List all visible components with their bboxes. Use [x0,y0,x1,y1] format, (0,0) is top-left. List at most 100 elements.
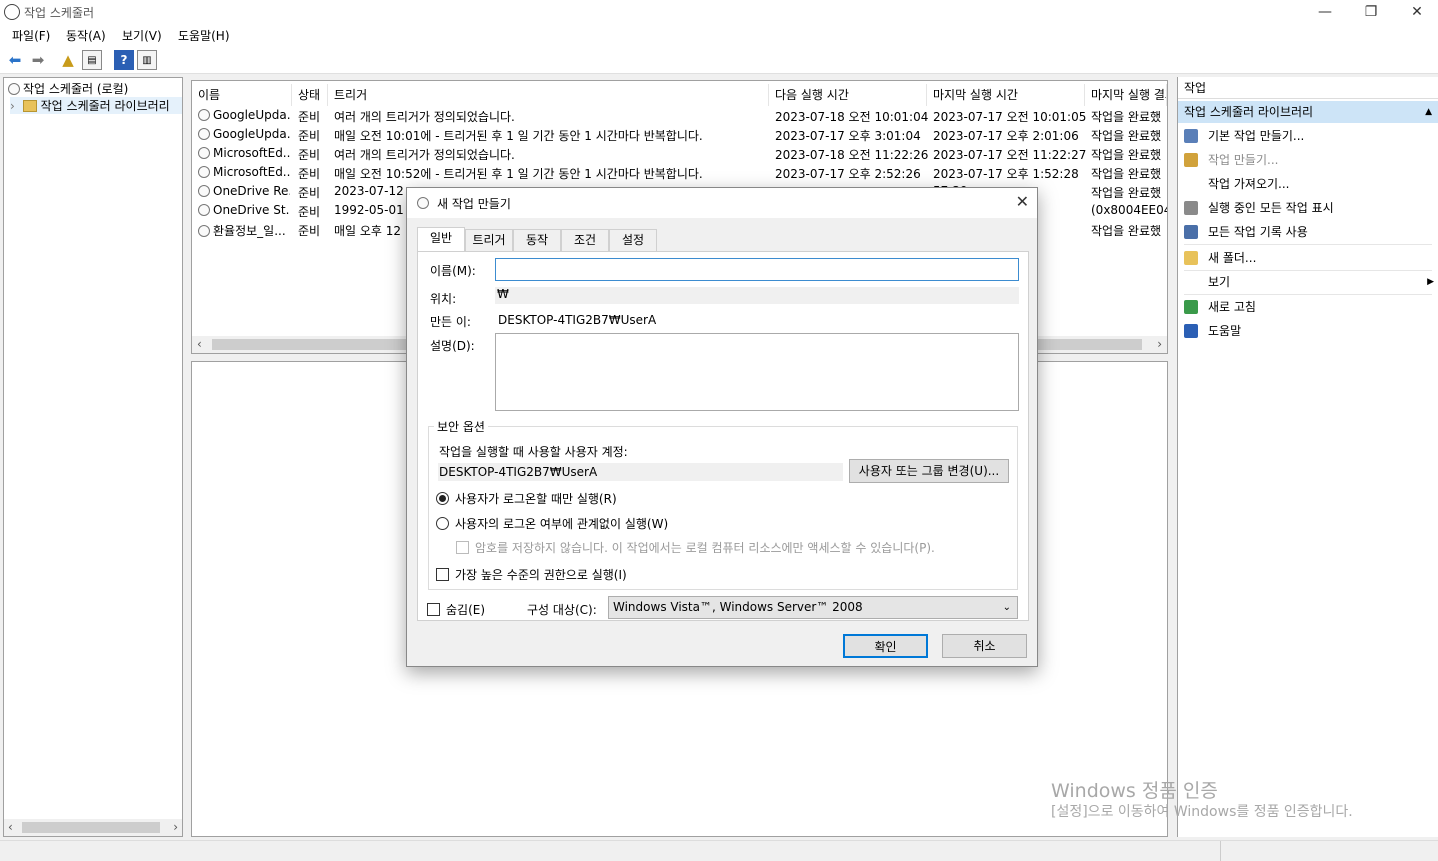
collapse-arrow-icon[interactable]: ▲ [1425,101,1432,123]
column-header-status[interactable]: 상태 [292,84,328,106]
scroll-right-icon[interactable]: › [1157,337,1162,351]
tree-item-library[interactable]: › 작업 스케줄러 라이브러리 [10,97,182,114]
status-divider [1220,841,1221,861]
tab-actions[interactable]: 동작 [513,229,561,251]
dialog-close-icon[interactable]: ✕ [1016,192,1029,211]
scroll-thumb[interactable] [22,822,160,833]
description-textarea[interactable] [495,333,1019,411]
cell-status-text: 준비 [298,167,321,181]
actions-section-library[interactable]: 작업 스케줄러 라이브러리 ▲ [1178,101,1438,123]
action-item[interactable]: 작업 가져오기... [1184,173,1434,195]
cell-trigger: 여러 개의 트리거가 정의되었습니다. [334,146,769,163]
cell-trigger-text: 매일 오전 10:52에 - 트리거된 후 1 일 기간 동안 1 시간마다 반… [334,167,703,181]
status-bar [0,840,1438,861]
scroll-left-icon[interactable]: ‹ [8,820,13,834]
restore-button[interactable]: ❐ [1348,0,1394,24]
cancel-button[interactable]: 취소 [942,634,1027,658]
cell-name-text: 환율정보_일... [213,224,286,238]
cell-result-text: 작업을 완료했 [1091,110,1162,124]
cell-name-text: OneDrive St... [213,203,290,217]
cell-name: OneDrive St... [198,203,290,217]
refresh-icon [1184,300,1198,314]
activation-watermark-title: Windows 정품 인증 [1051,780,1218,802]
cell-status-text: 준비 [298,186,321,200]
up-folder-icon[interactable]: ▲ [58,50,78,70]
basic-task-icon [1184,129,1198,143]
submenu-arrow-icon: ▶ [1427,277,1434,287]
separator [1184,294,1432,295]
tab-settings[interactable]: 설정 [609,229,657,251]
action-item[interactable]: 작업 만들기... [1184,149,1434,171]
column-header-last-run[interactable]: 마지막 실행 시간 [927,84,1085,106]
menu-file[interactable]: 파일(F) [12,27,50,44]
cell-result-text: 작업을 완료했 [1091,224,1162,238]
cell-trigger-text: 매일 오전 10:01에 - 트리거된 후 1 일 기간 동안 1 시간마다 반… [334,129,703,143]
menu-action[interactable]: 동작(A) [66,27,106,44]
cell-status: 준비 [298,127,332,144]
radio-selected-icon[interactable] [436,492,449,505]
forward-icon[interactable]: ➡ [28,50,48,70]
menu-view[interactable]: 보기(V) [122,27,162,44]
column-header-last-result[interactable]: 마지막 실행 결과 [1085,84,1167,106]
checkbox-disabled-icon [456,541,469,554]
cell-status-text: 준비 [298,205,321,219]
name-input[interactable] [495,258,1019,281]
ok-button[interactable]: 확인 [843,634,928,658]
cell-name: GoogleUpda... [198,108,290,122]
cell-trigger: 매일 오전 10:52에 - 트리거된 후 1 일 기간 동안 1 시간마다 반… [334,165,769,182]
hidden-checkbox[interactable]: 숨김(E) [427,601,485,618]
action-item[interactable]: 도움말 [1184,320,1434,342]
action-item[interactable]: 새 폴더... [1184,247,1434,269]
expand-chevron-icon[interactable]: › [10,99,15,113]
cell-status: 준비 [298,203,332,220]
action-item[interactable]: 기본 작업 만들기... [1184,125,1434,147]
cell-last: 2023-07-17 오전 10:01:05 [933,108,1087,125]
tree-horizontal-scrollbar[interactable]: ‹ › [4,819,182,836]
radio-unselected-icon[interactable] [436,517,449,530]
configure-for-select[interactable]: Windows Vista™, Windows Server™ 2008 ⌄ [608,596,1018,619]
cell-result-text: 작업을 완료했 [1091,186,1162,200]
menu-help[interactable]: 도움말(H) [178,27,230,44]
action-item[interactable]: 실행 중인 모든 작업 표시 [1184,197,1434,219]
cell-name: GoogleUpda... [198,127,290,141]
table-row[interactable]: GoogleUpda... 준비 여러 개의 트리거가 정의되었습니다. 2023-0… [192,107,1167,126]
minimize-button[interactable]: — [1302,0,1348,24]
column-header-trigger[interactable]: 트리거 [328,84,769,106]
separator [1184,244,1432,245]
show-hide-console-icon[interactable]: ▤ [82,50,102,70]
action-item[interactable]: 모든 작업 기록 사용 [1184,221,1434,243]
cell-result: 작업을 완료했 [1091,108,1167,125]
create-task-dialog: 새 작업 만들기 ✕ 일반 트리거 동작 조건 설정 이름(M): 위치: ₩ … [406,187,1038,667]
column-header-next-run[interactable]: 다음 실행 시간 [769,84,927,106]
tab-conditions[interactable]: 조건 [561,229,609,251]
tab-general[interactable]: 일반 [417,227,465,252]
radio-run-whether-logged-on[interactable]: 사용자의 로그온 여부에 관계없이 실행(W) [436,515,668,532]
configure-for-value: Windows Vista™, Windows Server™ 2008 [613,600,863,614]
table-row[interactable]: MicrosoftEd... 준비 매일 오전 10:52에 - 트리거된 후 1 … [192,164,1167,183]
scroll-left-icon[interactable]: ‹ [197,337,202,351]
cell-last-text: 2023-07-17 오전 10:01:05 [933,110,1087,124]
radio-run-logged-on[interactable]: 사용자가 로그온할 때만 실행(R) [436,490,617,507]
help-icon[interactable]: ? [114,50,134,70]
table-row[interactable]: GoogleUpda... 준비 매일 오전 10:01에 - 트리거된 후 1 일… [192,126,1167,145]
checkbox-icon[interactable] [427,603,440,616]
tree-item-library-label: 작업 스케줄러 라이브러리 [40,99,170,113]
scroll-right-icon[interactable]: › [173,820,178,834]
clock-icon [198,185,210,197]
highest-privileges-checkbox[interactable]: 가장 높은 수준의 권한으로 실행(I) [436,566,627,583]
table-row[interactable]: MicrosoftEd... 준비 여러 개의 트리거가 정의되었습니다. 2023-… [192,145,1167,164]
author-value: DESKTOP-4TIG2B7₩UserA [498,313,657,327]
close-button[interactable]: ✕ [1394,0,1438,24]
cell-trigger-text: 여러 개의 트리거가 정의되었습니다. [334,148,515,162]
tree-root[interactable]: 작업 스케줄러 (로컬) [8,80,128,97]
change-user-button[interactable]: 사용자 또는 그룹 변경(U)... [849,459,1009,483]
show-action-pane-icon[interactable]: ▥ [137,50,157,70]
chevron-down-icon[interactable]: ⌄ [1003,597,1011,618]
column-header-name[interactable]: 이름 [192,84,292,106]
checkbox-icon[interactable] [436,568,449,581]
action-item[interactable]: 보기 ▶ [1184,271,1434,293]
back-icon[interactable]: ⬅ [5,50,25,70]
actions-pane: 작업 작업 스케줄러 라이브러리 ▲ 기본 작업 만들기... 작업 만들기...… [1177,77,1438,837]
tab-triggers[interactable]: 트리거 [465,229,513,251]
action-item[interactable]: 새로 고침 [1184,296,1434,318]
